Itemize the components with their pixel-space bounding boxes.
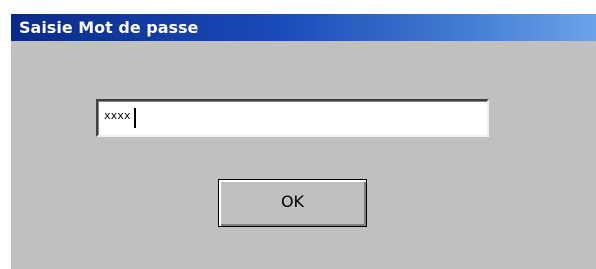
ok-button[interactable]: OK bbox=[218, 179, 367, 227]
desktop-background-left bbox=[0, 0, 11, 269]
dialog-body bbox=[11, 41, 596, 269]
dialog-title: Saisie Mot de passe bbox=[19, 18, 199, 37]
password-input[interactable]: xxxx bbox=[96, 99, 489, 137]
password-masked-value: xxxx bbox=[104, 109, 131, 122]
text-caret bbox=[134, 108, 136, 128]
password-dialog: Saisie Mot de passe xxxx OK bbox=[0, 0, 596, 269]
dialog-titlebar[interactable]: Saisie Mot de passe bbox=[11, 14, 596, 41]
desktop-background-top bbox=[0, 0, 596, 14]
